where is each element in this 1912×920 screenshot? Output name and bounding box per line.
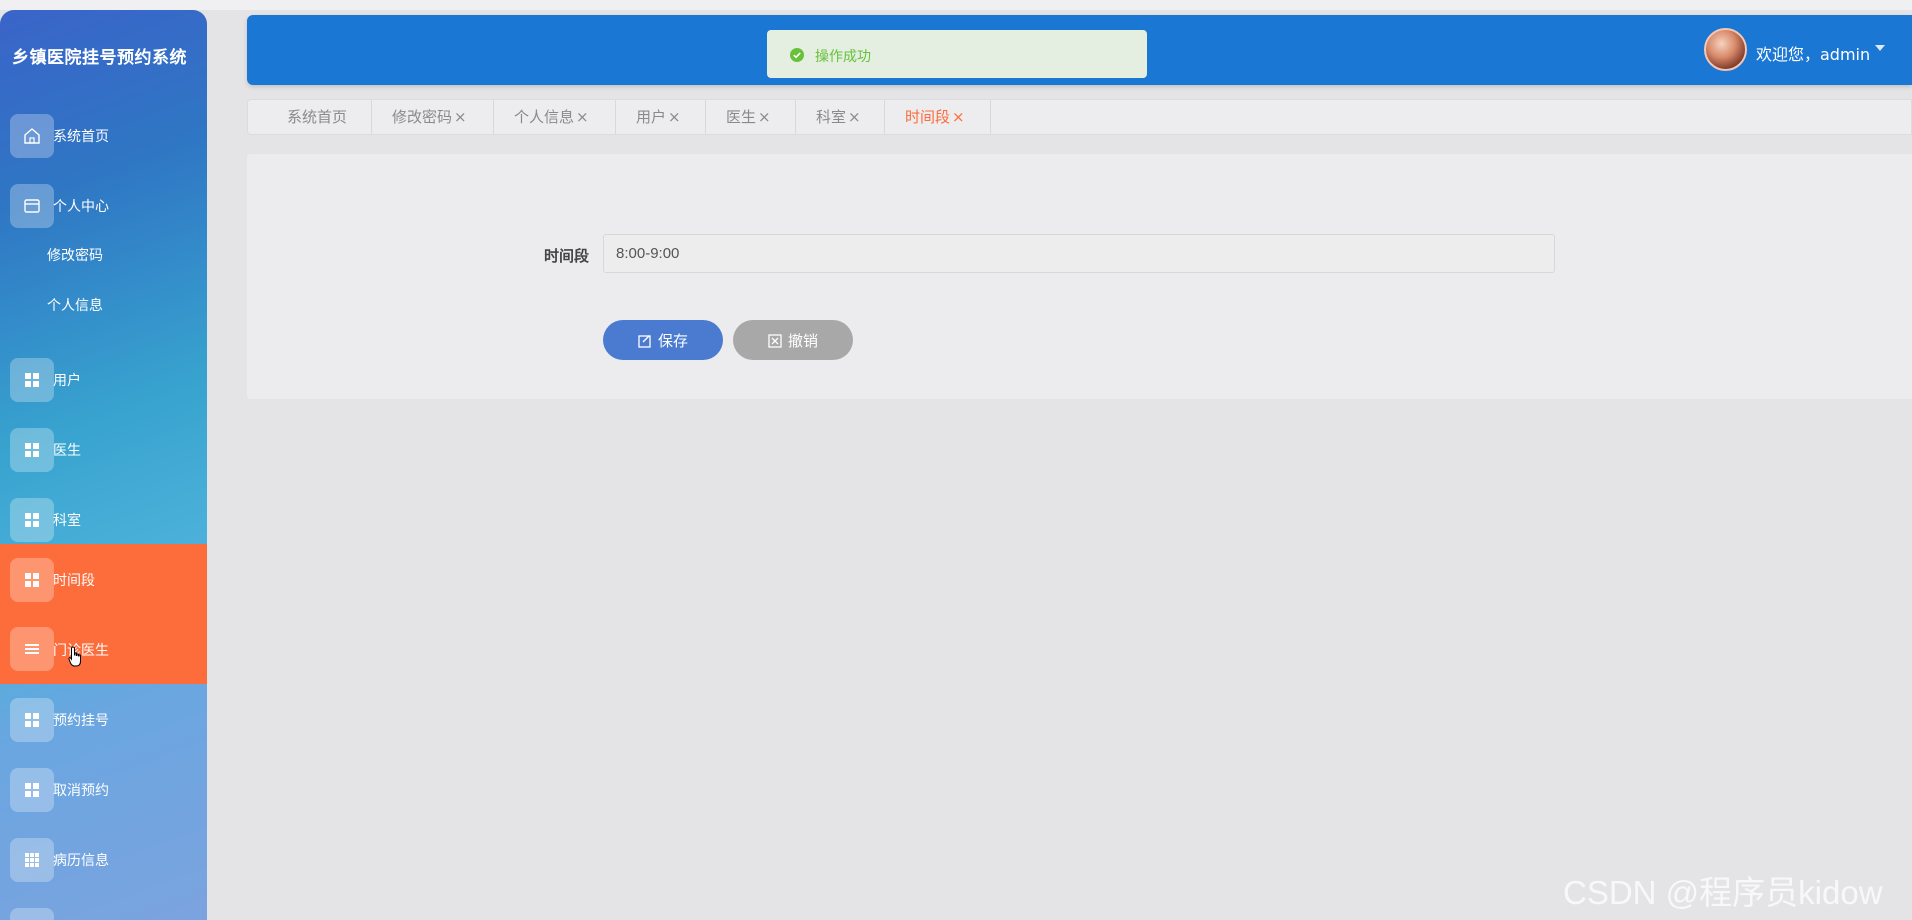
sidebar-item-label: 预约挂号 <box>53 713 109 729</box>
grid-icon <box>10 908 54 920</box>
form-panel <box>247 154 1912 399</box>
success-toast: 操作成功 <box>767 30 1147 78</box>
grid-icon <box>10 558 54 602</box>
chevron-down-icon[interactable] <box>1874 44 1886 52</box>
cancel-button[interactable]: 撤销 <box>733 320 853 360</box>
tab-users[interactable]: 用户 × <box>616 100 706 134</box>
sidebar-subitem-change-password[interactable]: 修改密码 <box>47 245 103 265</box>
sidebar-item-label: 时间段 <box>53 573 95 589</box>
table-icon <box>10 838 54 882</box>
watermark: CSDN @程序员kidow <box>1563 874 1883 911</box>
sidebar-item-label: 个人中心 <box>53 199 109 215</box>
cancel-button-label: 撤销 <box>787 331 818 350</box>
cancel-box-icon <box>768 333 782 348</box>
app-title: 乡镇医院挂号预约系统 <box>12 48 187 68</box>
save-button[interactable]: 保存 <box>603 320 723 360</box>
close-icon[interactable]: × <box>454 108 467 126</box>
time-slot-label: 时间段 <box>544 247 590 265</box>
tabs-bar: 系统首页 修改密码 × 个人信息 × 用户 × 医生 × 科室 × 时间段 × <box>247 99 1912 135</box>
sidebar-item-time-slots[interactable]: 时间段 <box>0 544 207 614</box>
sidebar-item-home[interactable]: 系统首页 <box>0 100 207 170</box>
sidebar-item-label: 病历信息 <box>53 853 109 869</box>
sidebar-item-doctors[interactable]: 医生 <box>0 414 207 484</box>
welcome-text[interactable]: 欢迎您，admin <box>1756 41 1870 65</box>
tab-personal-info[interactable]: 个人信息 × <box>494 100 616 134</box>
tab-change-password[interactable]: 修改密码 × <box>372 100 494 134</box>
sidebar-item-cancel-appointment[interactable]: 取消预约 <box>0 754 207 824</box>
close-icon[interactable]: × <box>576 108 589 126</box>
sidebar-item-label: 系统首页 <box>53 129 109 145</box>
tab-departments[interactable]: 科室 × <box>796 100 885 134</box>
avatar[interactable] <box>1704 28 1747 71</box>
tab-label: 修改密码 <box>392 108 453 126</box>
home-icon <box>10 114 54 158</box>
tab-label: 时间段 <box>905 108 951 126</box>
sidebar: 乡镇医院挂号预约系统 系统首页 个人中心 修改密码 个人信息 用户 医生 科室 <box>0 10 207 920</box>
close-icon[interactable]: × <box>848 108 861 126</box>
grid-icon <box>10 768 54 812</box>
tab-label: 科室 <box>816 108 847 126</box>
sidebar-item-label: 科室 <box>53 513 81 529</box>
sidebar-item-label: 取消预约 <box>53 783 109 799</box>
time-slot-input[interactable] <box>603 234 1555 273</box>
sidebar-item-users[interactable]: 用户 <box>0 344 207 414</box>
sidebar-item-clinic-doctors[interactable]: 门诊医生 <box>0 614 207 684</box>
grid-icon <box>10 498 54 542</box>
check-circle-icon <box>790 48 804 62</box>
close-icon[interactable]: × <box>952 108 965 126</box>
tab-home[interactable]: 系统首页 <box>248 100 372 134</box>
grid-icon <box>10 358 54 402</box>
top-strip <box>0 0 1912 10</box>
hand-cursor-icon <box>68 646 81 667</box>
toast-message: 操作成功 <box>815 49 871 65</box>
grid-icon <box>10 428 54 472</box>
sidebar-item-personal-center[interactable]: 个人中心 <box>0 170 207 240</box>
sidebar-item-appointments[interactable]: 预约挂号 <box>0 684 207 754</box>
tab-doctors[interactable]: 医生 × <box>706 100 796 134</box>
tab-label: 系统首页 <box>287 108 348 126</box>
sidebar-item-label: 用户 <box>53 373 81 389</box>
list-icon <box>10 627 54 671</box>
tab-label: 个人信息 <box>514 108 575 126</box>
close-icon[interactable]: × <box>758 108 771 126</box>
save-button-label: 保存 <box>657 331 688 350</box>
close-icon[interactable]: × <box>668 108 681 126</box>
sidebar-item-label: 医生 <box>53 443 81 459</box>
sidebar-item-medical-records[interactable]: 病历信息 <box>0 824 207 894</box>
tab-label: 用户 <box>636 108 667 126</box>
tab-label: 医生 <box>726 108 757 126</box>
sidebar-subitem-personal-info[interactable]: 个人信息 <box>47 295 103 315</box>
grid-icon <box>10 698 54 742</box>
tab-time-slots[interactable]: 时间段 × <box>885 100 991 134</box>
edit-icon <box>638 334 651 348</box>
card-icon <box>10 184 54 228</box>
sidebar-item-more[interactable] <box>0 894 207 920</box>
